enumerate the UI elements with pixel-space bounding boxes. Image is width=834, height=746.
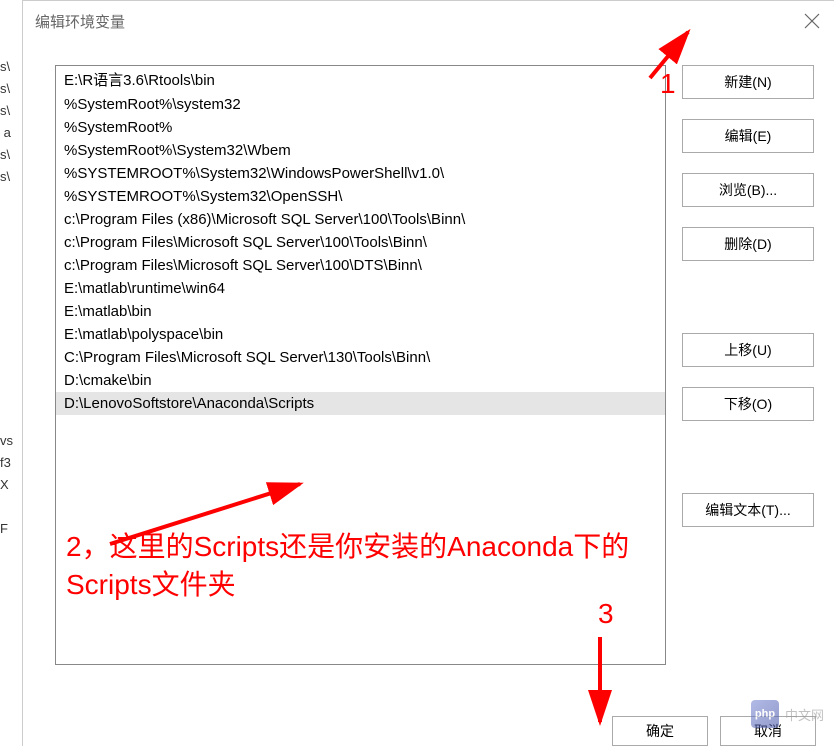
- browse-button[interactable]: 浏览(B)...: [682, 173, 814, 207]
- titlebar: 编辑环境变量: [23, 1, 834, 41]
- watermark-text: 中文网: [785, 705, 824, 724]
- moveup-button[interactable]: 上移(U): [682, 333, 814, 367]
- watermark: php 中文网: [751, 700, 824, 728]
- list-item[interactable]: %SystemRoot%\system32: [56, 93, 665, 116]
- edittext-button[interactable]: 编辑文本(T)...: [682, 493, 814, 527]
- list-item[interactable]: c:\Program Files\Microsoft SQL Server\10…: [56, 254, 665, 277]
- dialog-title: 编辑环境变量: [35, 11, 125, 32]
- watermark-logo: php: [751, 700, 779, 728]
- dialog-content: E:\R语言3.6\Rtools\bin%SystemRoot%\system3…: [23, 41, 834, 665]
- list-item[interactable]: E:\matlab\polyspace\bin: [56, 323, 665, 346]
- spacer: [682, 281, 814, 313]
- list-item[interactable]: %SYSTEMROOT%\System32\OpenSSH\: [56, 185, 665, 208]
- new-button[interactable]: 新建(N): [682, 65, 814, 99]
- close-button[interactable]: [800, 9, 824, 33]
- background-fragment-text: s\ s\ s\ a s\ s\ vs f3 X F: [0, 50, 18, 670]
- list-item[interactable]: E:\R语言3.6\Rtools\bin: [56, 66, 665, 93]
- list-item[interactable]: D:\cmake\bin: [56, 369, 665, 392]
- list-item[interactable]: %SystemRoot%\System32\Wbem: [56, 139, 665, 162]
- button-column: 新建(N) 编辑(E) 浏览(B)... 删除(D) 上移(U) 下移(O) 编…: [682, 65, 814, 665]
- list-item[interactable]: c:\Program Files (x86)\Microsoft SQL Ser…: [56, 208, 665, 231]
- list-item[interactable]: E:\matlab\runtime\win64: [56, 277, 665, 300]
- movedown-button[interactable]: 下移(O): [682, 387, 814, 421]
- list-item[interactable]: %SystemRoot%: [56, 116, 665, 139]
- spacer: [682, 441, 814, 473]
- list-item[interactable]: c:\Program Files\Microsoft SQL Server\10…: [56, 231, 665, 254]
- delete-button[interactable]: 删除(D): [682, 227, 814, 261]
- path-listbox[interactable]: E:\R语言3.6\Rtools\bin%SystemRoot%\system3…: [55, 65, 666, 665]
- list-item[interactable]: %SYSTEMROOT%\System32\WindowsPowerShell\…: [56, 162, 665, 185]
- edit-button[interactable]: 编辑(E): [682, 119, 814, 153]
- edit-env-var-dialog: 编辑环境变量 E:\R语言3.6\Rtools\bin%SystemRoot%\…: [22, 0, 834, 746]
- ok-button[interactable]: 确定: [612, 716, 708, 746]
- list-item[interactable]: E:\matlab\bin: [56, 300, 665, 323]
- close-icon: [800, 9, 824, 33]
- list-item[interactable]: D:\LenovoSoftstore\Anaconda\Scripts: [56, 392, 665, 415]
- list-item[interactable]: C:\Program Files\Microsoft SQL Server\13…: [56, 346, 665, 369]
